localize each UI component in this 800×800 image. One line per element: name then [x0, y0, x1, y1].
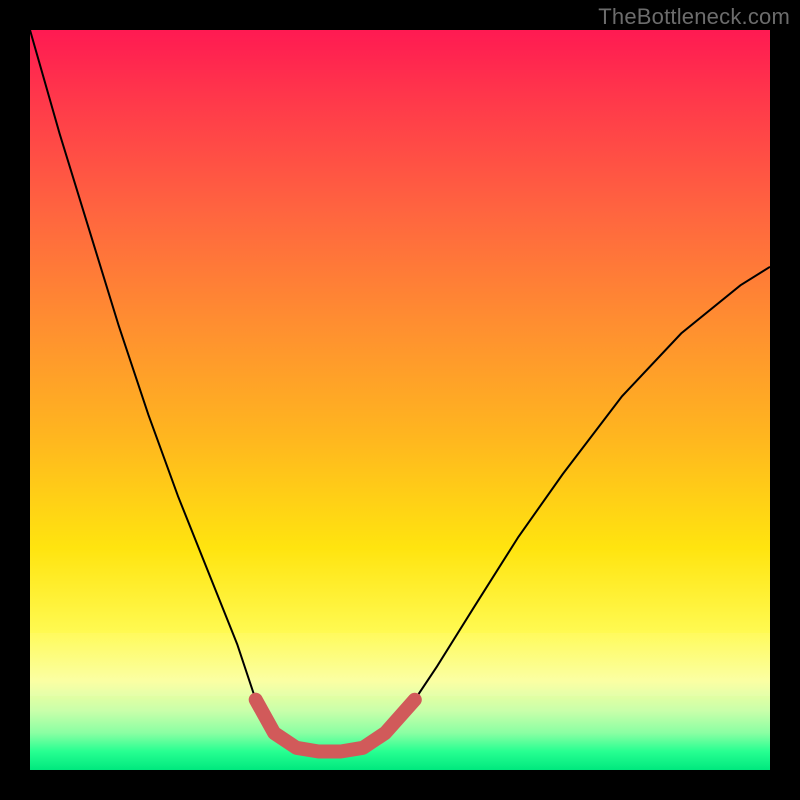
highlight-trough	[256, 700, 415, 752]
bottleneck-curve	[30, 30, 770, 752]
chart-frame: TheBottleneck.com	[0, 0, 800, 800]
watermark-text: TheBottleneck.com	[598, 4, 790, 30]
chart-overlay	[30, 30, 770, 770]
